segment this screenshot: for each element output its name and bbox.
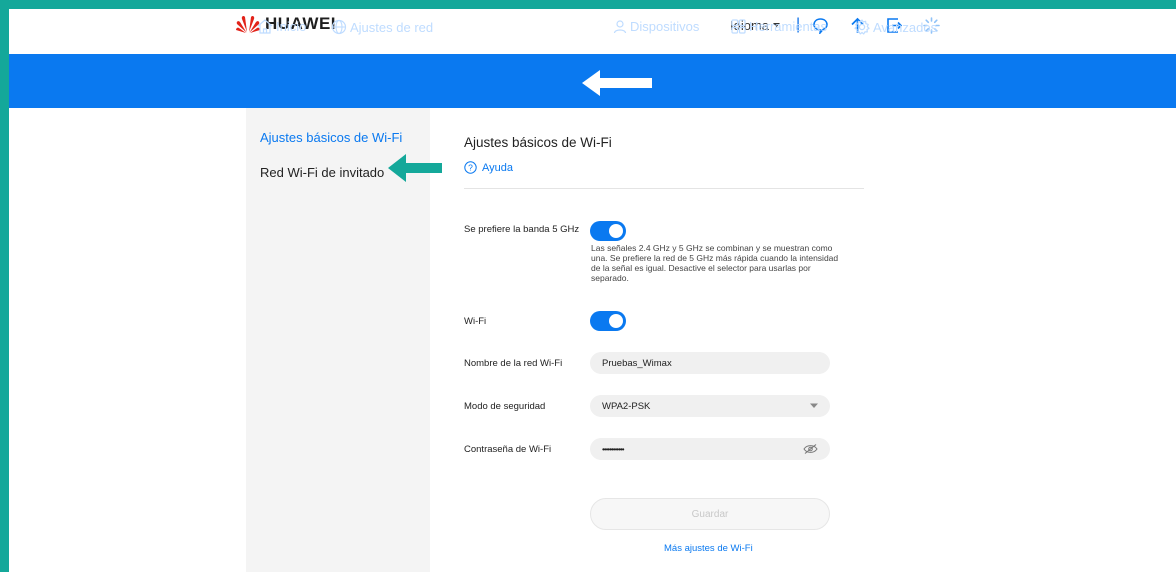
sidebar-item-ajustes-basicos[interactable]: Ajustes básicos de Wi-Fi — [260, 130, 402, 145]
nav-item-label: Inicio — [276, 19, 307, 34]
help-link[interactable]: ? Ayuda — [464, 161, 513, 174]
nav-item-inicio[interactable]: Inicio — [257, 19, 306, 34]
ssid-input[interactable]: Pruebas_Wimax — [590, 352, 830, 374]
nav-item-ajustes-de-red[interactable]: Ajustes de red — [331, 19, 433, 35]
nav-item-dispositivos[interactable]: Dispositivos — [613, 19, 699, 34]
band-preference-description: Las señales 2.4 GHz y 5 GHz se combinan … — [591, 243, 839, 283]
svg-text:?: ? — [468, 163, 473, 173]
nav-item-label: Avanzados — [873, 19, 938, 35]
band-preference-toggle[interactable] — [590, 221, 626, 241]
save-button[interactable]: Guardar — [590, 498, 830, 530]
nav-item-avanzados[interactable]: Avanzados — [854, 19, 937, 35]
band-preference-label: Se prefiere la banda 5 GHz — [464, 224, 580, 235]
devices-icon — [613, 19, 627, 33]
annotation-arrow-left-icon — [388, 154, 442, 182]
settings-icon — [854, 19, 870, 35]
wifi-icon — [466, 20, 482, 33]
tools-icon — [731, 19, 746, 34]
password-label: Contraseña de Wi-Fi — [464, 444, 552, 455]
password-value: •••••••••••• — [602, 444, 625, 454]
page-title: Ajustes básicos de Wi-Fi — [464, 135, 612, 150]
globe-icon — [331, 19, 347, 35]
wifi-toggle[interactable] — [590, 311, 626, 331]
more-wifi-settings-link[interactable]: Más ajustes de Wi-Fi — [664, 543, 753, 554]
top-header — [9, 9, 1176, 54]
sidebar-item-red-invitado[interactable]: Red Wi-Fi de invitado — [260, 165, 384, 180]
nav-item-label: Herramientas — [749, 19, 828, 34]
nav-item-label: Ajustes de red — [350, 19, 434, 35]
security-mode-select[interactable]: WPA2-PSK — [590, 395, 830, 417]
security-mode-value: WPA2-PSK — [602, 400, 651, 412]
ssid-value: Pruebas_Wimax — [602, 357, 672, 369]
help-label: Ayuda — [482, 161, 513, 174]
eye-hidden-icon[interactable] — [803, 444, 818, 455]
wifi-label: Wi-Fi — [464, 316, 487, 327]
password-input[interactable]: •••••••••••• — [590, 438, 830, 460]
nav-item-ajustes-de-wifi[interactable]: Ajustes de Wi-Fi — [466, 19, 586, 34]
divider — [464, 188, 864, 189]
annotation-arrow-left-icon — [582, 70, 652, 96]
help-circle-icon: ? — [464, 161, 477, 174]
nav-item-label: Dispositivos — [630, 19, 700, 34]
nav-item-label: Ajustes de Wi-Fi — [485, 19, 587, 34]
ssid-label: Nombre de la red Wi-Fi — [464, 358, 563, 369]
security-mode-label: Modo de seguridad — [464, 401, 546, 412]
caret-down-icon — [810, 403, 818, 409]
nav-item-herramientas[interactable]: Herramientas — [731, 19, 827, 34]
home-icon — [257, 19, 273, 34]
